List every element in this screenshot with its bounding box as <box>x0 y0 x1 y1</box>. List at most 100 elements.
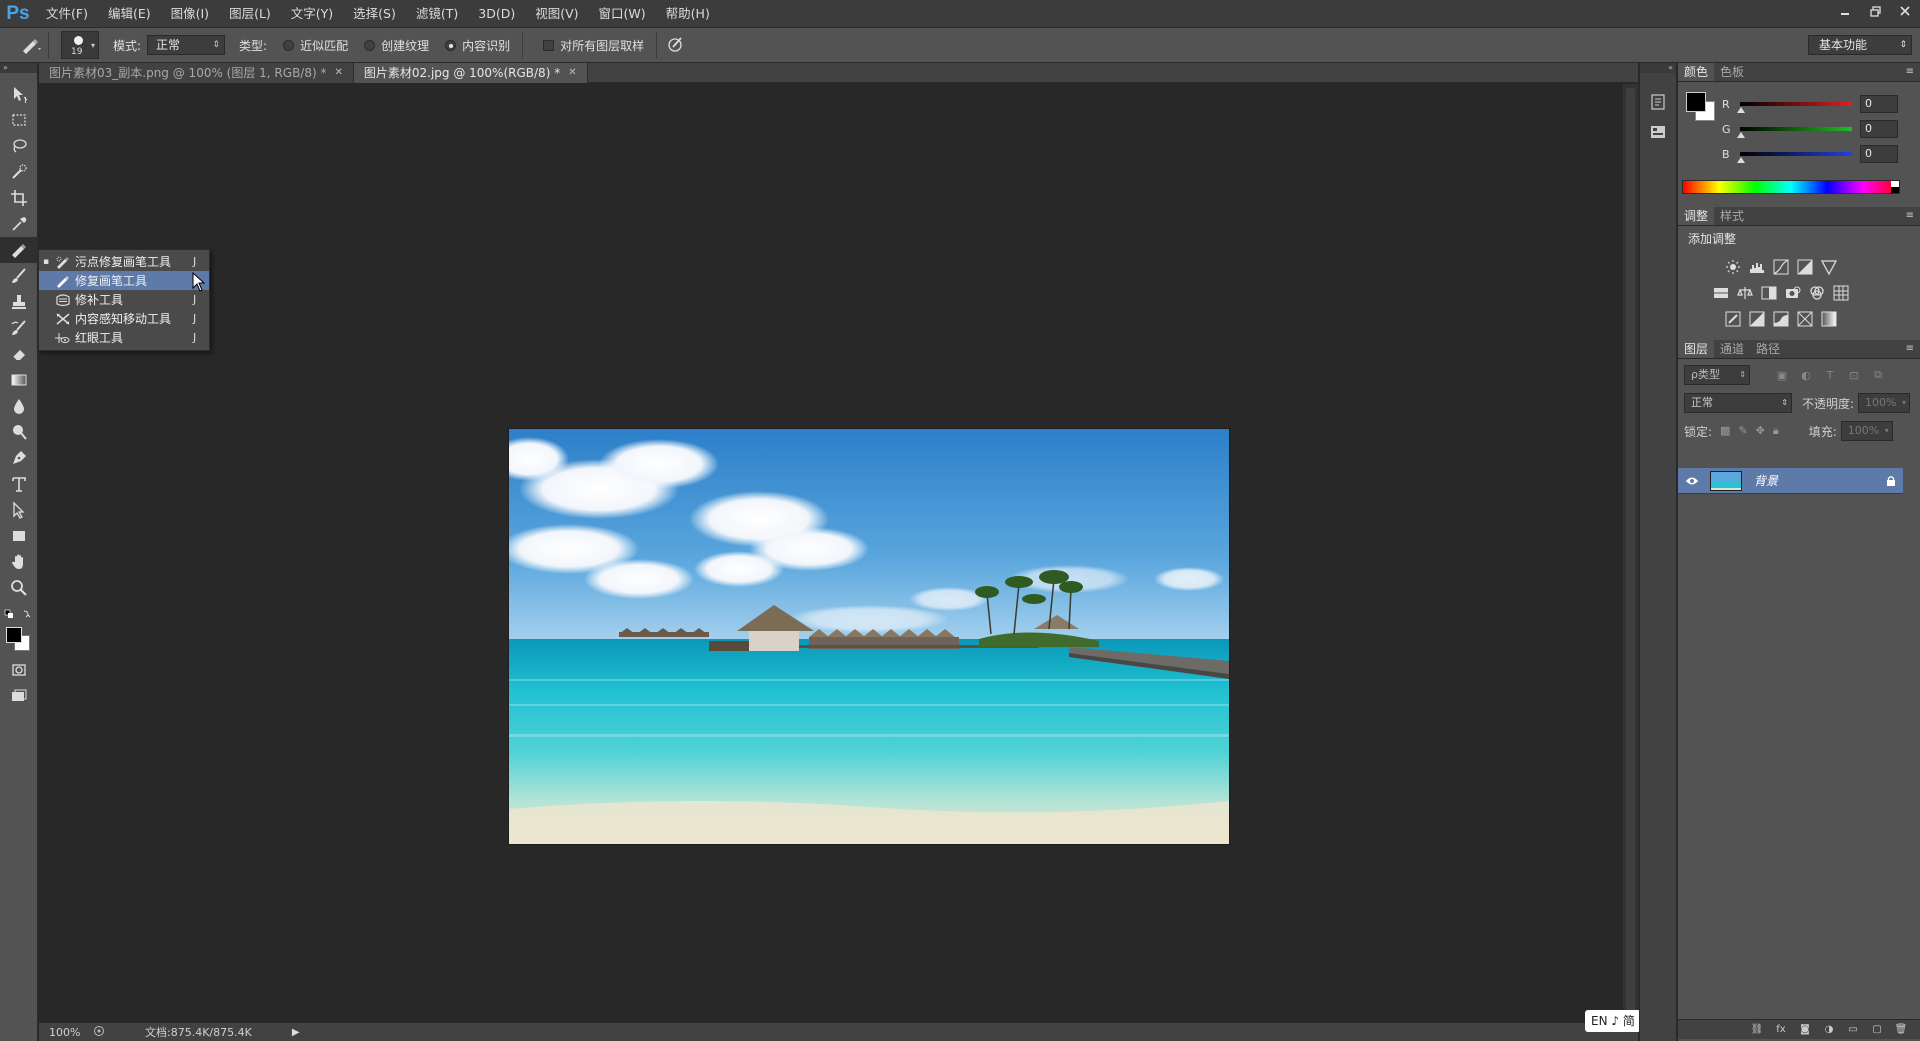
posterize-icon[interactable] <box>1748 310 1766 328</box>
eraser-tool-icon[interactable] <box>0 341 38 367</box>
trash-icon[interactable]: 🗑︎ <box>1894 1023 1908 1037</box>
flyout-item-red-eye[interactable]: 红眼工具 J <box>39 328 209 347</box>
zoom-level[interactable]: 100% <box>39 1026 87 1039</box>
clone-stamp-tool-icon[interactable] <box>0 289 38 315</box>
tool-preset-picker[interactable] <box>20 36 42 54</box>
flyout-item-patch[interactable]: 修补工具 J <box>39 290 209 309</box>
menu-type[interactable]: 文字(Y) <box>281 0 343 27</box>
foreground-color-swatch[interactable] <box>1686 92 1706 112</box>
canvas-image[interactable] <box>509 429 1229 844</box>
share-icon[interactable] <box>93 1025 105 1040</box>
properties-panel-icon[interactable] <box>1640 117 1676 147</box>
status-menu-arrow-icon[interactable]: ▶ <box>292 1027 300 1038</box>
gradient-tool-icon[interactable] <box>0 367 38 393</box>
tab-styles[interactable]: 样式 <box>1714 207 1750 225</box>
close-icon[interactable]: ✕ <box>334 63 342 83</box>
ime-indicator[interactable]: EN ♪ 简 <box>1585 1010 1641 1032</box>
black-white-ramp[interactable] <box>1891 181 1899 193</box>
menu-image[interactable]: 图像(I) <box>161 0 219 27</box>
new-group-icon[interactable]: ▭ <box>1846 1023 1860 1037</box>
zoom-tool-icon[interactable] <box>0 575 38 601</box>
menu-view[interactable]: 视图(V) <box>525 0 588 27</box>
smart-object-filter-icon[interactable]: ⧉ <box>1870 368 1886 382</box>
type-tool-icon[interactable] <box>0 471 38 497</box>
canvas-area[interactable] <box>39 84 1623 1022</box>
selective-color-icon[interactable] <box>1796 310 1814 328</box>
menu-file[interactable]: 文件(F) <box>36 0 98 27</box>
invert-icon[interactable] <box>1724 310 1742 328</box>
radio-create-texture[interactable]: 创建纹理 <box>364 37 429 54</box>
panel-menu-icon[interactable]: ≡ <box>1906 343 1914 354</box>
fx-icon[interactable]: fx <box>1774 1023 1788 1037</box>
link-layers-icon[interactable]: ⛓ <box>1750 1023 1764 1037</box>
dodge-tool-icon[interactable] <box>0 419 38 445</box>
fill-input[interactable]: 100% ▾ <box>1840 421 1893 441</box>
menu-layer[interactable]: 图层(L) <box>219 0 281 27</box>
lock-all-icon[interactable]: 🔒︎ <box>1773 424 1779 438</box>
quick-select-tool-icon[interactable] <box>0 159 38 185</box>
quick-mask-icon[interactable] <box>0 657 38 683</box>
brightness-icon[interactable] <box>1724 258 1742 276</box>
tab-color[interactable]: 颜色 <box>1678 63 1715 81</box>
menu-select[interactable]: 选择(S) <box>343 0 406 27</box>
default-colors-icon[interactable] <box>0 607 37 625</box>
color-balance-icon[interactable] <box>1736 284 1754 302</box>
color-lookup-icon[interactable] <box>1832 284 1850 302</box>
panel-menu-icon[interactable]: ≡ <box>1906 210 1914 221</box>
blend-mode-select[interactable]: 正常 ⇕ <box>1684 393 1792 413</box>
tab-paths[interactable]: 路径 <box>1750 340 1786 358</box>
new-adjustment-icon[interactable]: ◑ <box>1822 1023 1836 1037</box>
hue-saturation-icon[interactable] <box>1712 284 1730 302</box>
rectangle-tool-icon[interactable] <box>0 523 38 549</box>
color-swatches[interactable] <box>1686 92 1716 122</box>
menu-edit[interactable]: 编辑(E) <box>98 0 161 27</box>
threshold-icon[interactable] <box>1772 310 1790 328</box>
tab-adjustments[interactable]: 调整 <box>1678 207 1715 225</box>
workspace-select[interactable]: 基本功能 ⇕ <box>1808 35 1912 55</box>
blur-tool-icon[interactable] <box>0 393 38 419</box>
flyout-item-healing-brush[interactable]: 修复画笔工具 J <box>39 271 209 290</box>
shape-filter-icon[interactable]: ⊡ <box>1846 368 1862 382</box>
layer-row-background[interactable]: 背景 <box>1678 468 1903 494</box>
adjustment-filter-icon[interactable]: ◐ <box>1798 368 1814 382</box>
green-value-input[interactable]: 0 <box>1860 120 1898 138</box>
exposure-icon[interactable] <box>1796 258 1814 276</box>
tab-document-2[interactable]: 图片素材02.jpg @ 100%(RGB/8) * ✕ <box>353 63 588 83</box>
tab-swatches[interactable]: 色板 <box>1714 63 1750 81</box>
brush-tool-icon[interactable] <box>0 263 38 289</box>
radio-proximity-match[interactable]: 近似匹配 <box>283 37 348 54</box>
opacity-input[interactable]: 100% ▾ <box>1858 393 1911 413</box>
layer-filter-select[interactable]: ρ类型 ⇕ <box>1684 365 1750 385</box>
vertical-scrollbar[interactable] <box>1623 84 1638 1022</box>
menu-window[interactable]: 窗口(W) <box>589 0 656 27</box>
tab-document-1[interactable]: 图片素材03_副本.png @ 100% (图层 1, RGB/8) * ✕ <box>39 63 354 83</box>
history-panel-icon[interactable] <box>1640 87 1676 117</box>
foreground-background-swatch[interactable] <box>0 625 37 657</box>
black-white-icon[interactable] <box>1760 284 1778 302</box>
new-layer-icon[interactable]: ▢ <box>1870 1023 1884 1037</box>
menu-3d[interactable]: 3D(D) <box>468 0 525 27</box>
photo-filter-icon[interactable] <box>1784 284 1802 302</box>
close-icon[interactable] <box>1890 0 1920 22</box>
slider-caret-icon[interactable] <box>1737 107 1745 113</box>
pixel-filter-icon[interactable]: ▣ <box>1774 368 1790 382</box>
slider-caret-icon[interactable] <box>1737 132 1745 138</box>
eyedropper-tool-icon[interactable] <box>0 211 38 237</box>
red-value-input[interactable]: 0 <box>1860 95 1898 113</box>
menu-help[interactable]: 帮助(H) <box>656 0 720 27</box>
lock-image-icon[interactable]: ✎ <box>1738 424 1747 438</box>
sample-all-layers-checkbox[interactable]: 对所有图层取样 <box>543 37 644 54</box>
foreground-color-swatch[interactable] <box>6 627 22 643</box>
pen-tool-icon[interactable] <box>0 445 38 471</box>
lock-transparent-icon[interactable]: ▩ <box>1720 424 1730 438</box>
healing-brush-tool-icon[interactable] <box>0 237 38 263</box>
screen-mode-icon[interactable] <box>0 683 38 709</box>
move-tool-icon[interactable] <box>0 81 38 107</box>
type-filter-icon[interactable]: T <box>1822 368 1838 382</box>
path-select-tool-icon[interactable] <box>0 497 38 523</box>
panel-collapse-icon[interactable]: « <box>1640 63 1676 73</box>
restore-icon[interactable] <box>1860 0 1890 22</box>
close-icon[interactable]: ✕ <box>568 63 576 83</box>
tab-channels[interactable]: 通道 <box>1714 340 1750 358</box>
add-mask-icon[interactable]: ◙ <box>1798 1023 1812 1037</box>
